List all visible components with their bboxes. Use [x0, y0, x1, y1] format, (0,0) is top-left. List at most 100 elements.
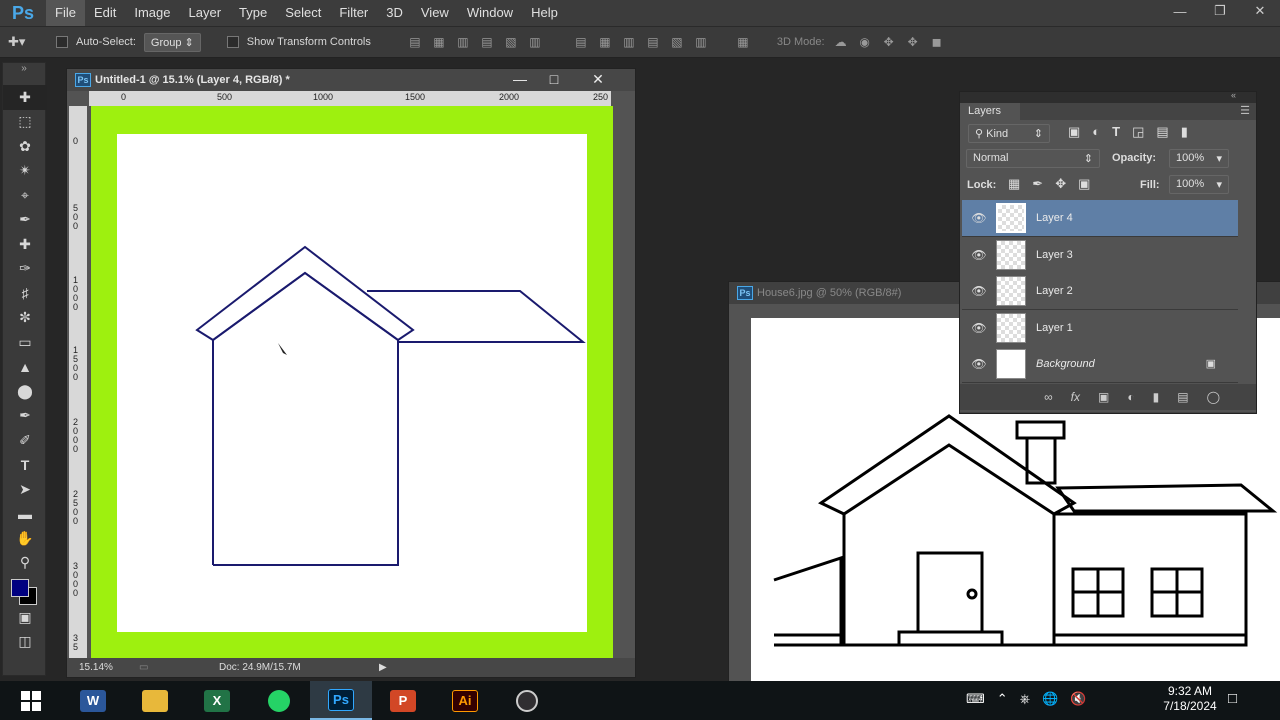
brush-tool-icon[interactable]: ✑: [3, 257, 47, 282]
clone-stamp-tool-icon[interactable]: ♯: [3, 281, 47, 306]
taskbar-clock[interactable]: 9:32 AM 7/18/2024: [1150, 684, 1230, 714]
menu-image[interactable]: Image: [125, 0, 179, 26]
visibility-eye-icon[interactable]: 👁: [962, 211, 996, 225]
3d-slide-icon[interactable]: ✥: [905, 34, 921, 50]
crop-tool-icon[interactable]: ⌖: [3, 183, 47, 208]
menu-view[interactable]: View: [412, 0, 458, 26]
lasso-tool-icon[interactable]: ✿: [3, 134, 47, 159]
usb-icon[interactable]: ⎈: [1020, 691, 1030, 707]
align-top-icon[interactable]: ▤: [407, 34, 423, 50]
layers-panel-header[interactable]: «: [960, 90, 1256, 103]
layer-row-4[interactable]: 👁 Layer 4: [962, 200, 1238, 237]
menu-file[interactable]: File: [46, 0, 85, 26]
visibility-eye-icon[interactable]: 👁: [962, 357, 996, 371]
hand-tool-icon[interactable]: ✋: [3, 526, 47, 551]
taskbar-obs[interactable]: [496, 681, 558, 720]
healing-tool-icon[interactable]: ✚: [3, 232, 47, 257]
auto-select-dropdown[interactable]: Group ⇕: [143, 32, 201, 52]
distribute-vcenter-icon[interactable]: ▦: [597, 34, 613, 50]
fx-icon[interactable]: fx: [1071, 390, 1080, 404]
taskbar-illustrator[interactable]: Ai: [434, 681, 496, 720]
auto-select-checkbox[interactable]: [56, 36, 68, 48]
align-bottom-icon[interactable]: ▥: [455, 34, 471, 50]
auto-align-icon[interactable]: ▦: [735, 34, 751, 50]
opacity-input[interactable]: 100% ▾: [1169, 149, 1229, 168]
transform-controls-checkbox[interactable]: [226, 36, 239, 48]
layer-row-background[interactable]: 👁 Background ▣: [962, 346, 1238, 383]
visibility-eye-icon[interactable]: 👁: [962, 248, 996, 262]
layer-row-3[interactable]: 👁 Layer 3: [962, 237, 1238, 274]
screen-mode-icon[interactable]: ◫: [3, 630, 47, 655]
zoom-tool-icon[interactable]: ⚲: [3, 551, 47, 576]
quick-mask-icon[interactable]: ▣: [3, 605, 47, 630]
menu-filter[interactable]: Filter: [330, 0, 377, 26]
document-title-bar[interactable]: Ps Untitled-1 @ 15.1% (Layer 4, RGB/8) *…: [67, 69, 635, 91]
path-select-tool-icon[interactable]: ➤: [3, 477, 47, 502]
network-icon[interactable]: 🌐: [1042, 691, 1058, 707]
layer-row-2[interactable]: 👁 Layer 2: [962, 273, 1238, 310]
3d-rotate-icon[interactable]: ☁: [833, 34, 849, 50]
filter-smart-object-icon[interactable]: ▤: [1156, 124, 1168, 140]
white-paper-layer[interactable]: [117, 134, 587, 632]
layers-tab[interactable]: Layers: [960, 103, 1020, 120]
move-tool-icon[interactable]: ✚▾: [8, 34, 48, 50]
menu-type[interactable]: Type: [230, 0, 276, 26]
visibility-eye-icon[interactable]: 👁: [962, 321, 996, 335]
distribute-left-icon[interactable]: ▤: [645, 34, 661, 50]
lock-all-icon[interactable]: ▣: [1078, 176, 1090, 192]
blur-tool-icon[interactable]: ⬤: [3, 379, 47, 404]
new-layer-icon[interactable]: ▤: [1177, 390, 1188, 404]
filter-adjustment-icon[interactable]: ◐: [1092, 124, 1100, 140]
pen-tool-icon[interactable]: ✐: [3, 428, 47, 453]
taskbar-excel[interactable]: X: [186, 681, 248, 720]
doc-minimize-icon[interactable]: —: [503, 69, 537, 89]
color-swatches[interactable]: [3, 575, 45, 605]
taskbar-powerpoint[interactable]: P: [372, 681, 434, 720]
layer-row-1[interactable]: 👁 Layer 1: [962, 310, 1238, 347]
move-tool-icon[interactable]: ✚: [3, 85, 47, 110]
3d-roll-icon[interactable]: ◉: [857, 34, 873, 50]
gradient-tool-icon[interactable]: ▲: [3, 355, 47, 380]
taskbar-photoshop[interactable]: Ps: [310, 681, 372, 720]
menu-help[interactable]: Help: [522, 0, 567, 26]
start-button[interactable]: [0, 681, 62, 720]
chevron-up-icon[interactable]: ⌃: [997, 691, 1008, 707]
lock-position-icon[interactable]: ✥: [1055, 176, 1066, 192]
doc-restore-icon[interactable]: □: [537, 69, 571, 89]
folder-icon[interactable]: ▮: [1153, 390, 1160, 404]
layer-filter-dropdown[interactable]: ⚲ Kind ⇕: [968, 124, 1050, 143]
eraser-tool-icon[interactable]: ▭: [3, 330, 47, 355]
filter-pixel-icon[interactable]: ▣: [1068, 124, 1080, 140]
menu-select[interactable]: Select: [276, 0, 330, 26]
align-hcenter-icon[interactable]: ▧: [503, 34, 519, 50]
doc-close-icon[interactable]: ✕: [581, 69, 615, 89]
trash-icon[interactable]: ◯: [1207, 390, 1220, 404]
status-menu-arrow-icon[interactable]: ▶: [379, 662, 387, 673]
lock-pixels-icon[interactable]: ✒: [1032, 176, 1043, 192]
3d-scale-icon[interactable]: ◼: [929, 34, 945, 50]
distribute-right-icon[interactable]: ▥: [693, 34, 709, 50]
distribute-top-icon[interactable]: ▤: [573, 34, 589, 50]
filter-shape-icon[interactable]: ◲: [1132, 124, 1144, 140]
marquee-tool-icon[interactable]: ⬚: [3, 110, 47, 135]
align-left-icon[interactable]: ▤: [479, 34, 495, 50]
mask-icon[interactable]: ▣: [1098, 390, 1109, 404]
rectangle-tool-icon[interactable]: ▬: [3, 502, 47, 527]
close-icon[interactable]: ✕: [1240, 0, 1280, 22]
zoom-level[interactable]: 15.14%: [79, 662, 139, 673]
visibility-eye-icon[interactable]: 👁: [962, 284, 996, 298]
taskbar-word[interactable]: W: [62, 681, 124, 720]
type-tool-icon[interactable]: T: [3, 453, 47, 478]
3d-pan-icon[interactable]: ✥: [881, 34, 897, 50]
distribute-hcenter-icon[interactable]: ▧: [669, 34, 685, 50]
restore-icon[interactable]: ❐: [1200, 0, 1240, 22]
eyedropper-tool-icon[interactable]: ✒: [3, 208, 47, 233]
collapse-icon[interactable]: «: [1231, 90, 1236, 100]
link-icon[interactable]: ∞: [1044, 390, 1053, 404]
filter-type-icon[interactable]: T: [1112, 124, 1120, 140]
taskbar-file-explorer[interactable]: [124, 681, 186, 720]
filter-toggle-icon[interactable]: ▮: [1181, 124, 1188, 140]
adjustment-icon[interactable]: ◐: [1127, 390, 1134, 404]
align-right-icon[interactable]: ▥: [527, 34, 543, 50]
menu-edit[interactable]: Edit: [85, 0, 125, 26]
